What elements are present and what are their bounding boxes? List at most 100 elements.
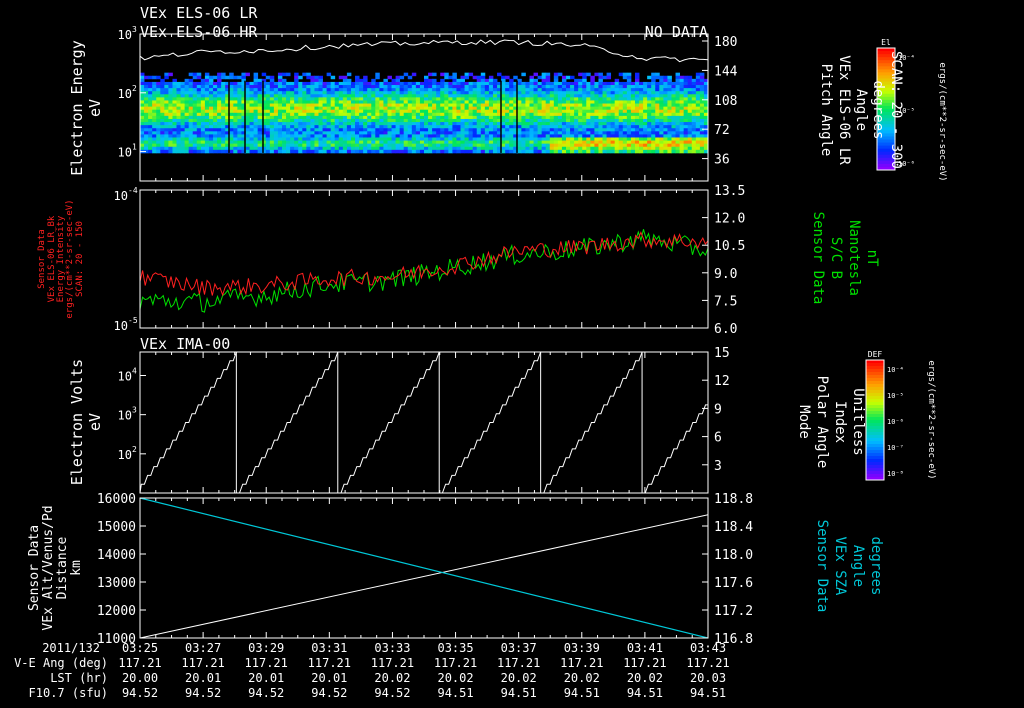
els-spectrogram-cell xyxy=(277,125,283,129)
els-spectrogram-cell xyxy=(367,140,372,145)
els-spectrogram-cell xyxy=(180,115,186,120)
els-spectrogram-cell xyxy=(606,112,612,117)
els-spectrogram-cell xyxy=(574,103,579,108)
right-tick-label: 118.4 xyxy=(714,520,753,535)
els-spectrogram-cell xyxy=(371,100,376,104)
els-spectrogram-cell xyxy=(375,75,380,80)
els-spectrogram-cell xyxy=(484,112,490,117)
els-spectrogram-cell xyxy=(152,109,157,114)
els-spectrogram-cell xyxy=(436,109,441,114)
els-spectrogram-cell xyxy=(444,100,449,104)
els-spectrogram-cell xyxy=(598,81,603,86)
els-spectrogram-cell xyxy=(180,97,186,101)
right-axis-label-line: Polar Angle xyxy=(814,376,830,469)
els-spectrogram-cell xyxy=(545,100,551,104)
els-spectrogram-cell xyxy=(172,78,177,83)
els-spectrogram-cell xyxy=(314,109,319,114)
els-spectrogram-cell xyxy=(610,91,616,95)
els-spectrogram-cell xyxy=(306,137,311,141)
els-spectrogram-cell xyxy=(464,88,470,92)
els-spectrogram-cell xyxy=(290,88,295,92)
els-spectrogram-cell xyxy=(647,81,652,86)
els-spectrogram-cell xyxy=(606,72,612,77)
els-spectrogram-cell xyxy=(675,134,680,138)
els-spectrogram-cell xyxy=(237,91,242,95)
els-spectrogram-cell xyxy=(184,128,190,132)
els-spectrogram-cell xyxy=(282,122,287,126)
els-spectrogram-cell xyxy=(334,122,340,126)
els-spectrogram-cell xyxy=(355,115,360,120)
els-spectrogram-cell xyxy=(411,72,417,77)
els-spectrogram-cell xyxy=(391,131,396,135)
els-spectrogram-cell xyxy=(553,103,559,108)
els-spectrogram-cell xyxy=(480,112,486,117)
els-spectrogram-cell xyxy=(294,72,299,77)
els-spectrogram-cell xyxy=(355,143,360,148)
right-tick-label: 9.0 xyxy=(714,267,737,282)
els-spectrogram-cell xyxy=(476,88,482,92)
left-tick-label: 16000 xyxy=(97,492,136,507)
els-spectrogram-cell xyxy=(168,91,173,95)
els-spectrogram-cell xyxy=(663,100,668,104)
els-spectrogram-cell xyxy=(448,103,453,108)
els-spectrogram-cell xyxy=(346,140,352,145)
els-spectrogram-cell xyxy=(298,112,303,117)
els-spectrogram-cell xyxy=(265,149,271,154)
els-spectrogram-cell xyxy=(411,134,417,138)
els-spectrogram-cell xyxy=(626,109,632,114)
els-spectrogram-cell xyxy=(192,106,198,111)
els-spectrogram-cell xyxy=(549,146,555,151)
els-spectrogram-cell xyxy=(545,85,551,89)
els-spectrogram-cell xyxy=(399,146,405,151)
els-spectrogram-cell xyxy=(322,146,328,151)
els-spectrogram-cell xyxy=(318,146,323,151)
right-tick-label: 6 xyxy=(714,431,722,446)
els-spectrogram-cell xyxy=(472,91,478,95)
els-spectrogram-cell xyxy=(156,91,161,95)
els-spectrogram-cell xyxy=(371,109,376,114)
els-spectrogram-cell xyxy=(614,131,620,135)
els-spectrogram-cell xyxy=(610,109,616,114)
els-spectrogram-cell xyxy=(476,149,482,154)
date-label: 2011/132 xyxy=(42,641,100,655)
els-spectrogram-cell xyxy=(286,149,291,154)
els-spectrogram-cell xyxy=(273,118,279,123)
els-spectrogram-cell xyxy=(618,72,624,77)
els-spectrogram-cell xyxy=(192,97,198,101)
els-spectrogram-cell xyxy=(594,85,599,89)
els-spectrogram-cell xyxy=(679,100,685,104)
els-spectrogram-cell xyxy=(488,134,494,138)
els-spectrogram-cell xyxy=(164,143,169,148)
els-spectrogram-cell xyxy=(691,109,697,114)
els-spectrogram-cell xyxy=(557,85,563,89)
els-spectrogram-cell xyxy=(424,78,429,83)
els-spectrogram-cell xyxy=(566,143,571,148)
els-spectrogram-cell xyxy=(204,146,210,151)
els-spectrogram-cell xyxy=(663,85,668,89)
els-spectrogram-cell xyxy=(618,115,624,120)
els-spectrogram-cell xyxy=(643,94,648,98)
els-spectrogram-cell xyxy=(253,106,259,111)
els-spectrogram-cell xyxy=(286,143,291,148)
els-spectrogram-cell xyxy=(452,146,457,151)
els-spectrogram-cell xyxy=(342,134,348,138)
els-spectrogram-cell xyxy=(480,143,486,148)
els-spectrogram-cell xyxy=(553,128,559,132)
els-spectrogram-cell xyxy=(269,94,275,98)
els-spectrogram-cell xyxy=(282,100,287,104)
els-spectrogram-cell xyxy=(322,131,328,135)
els-spectrogram-cell xyxy=(440,134,445,138)
els-spectrogram-cell xyxy=(691,112,697,117)
els-spectrogram-cell xyxy=(578,72,583,77)
els-spectrogram-cell xyxy=(273,112,279,117)
els-spectrogram-cell xyxy=(391,100,396,104)
els-spectrogram-cell xyxy=(257,131,263,135)
els-spectrogram-cell xyxy=(188,94,194,98)
els-spectrogram-cell xyxy=(363,103,368,108)
els-spectrogram-cell xyxy=(359,91,364,95)
els-spectrogram-cell xyxy=(237,94,242,98)
els-spectrogram-cell xyxy=(164,128,169,132)
els-spectrogram-cell xyxy=(663,112,668,117)
right-axis-label-line: nT xyxy=(864,250,880,267)
els-spectrogram-cell xyxy=(440,149,445,154)
